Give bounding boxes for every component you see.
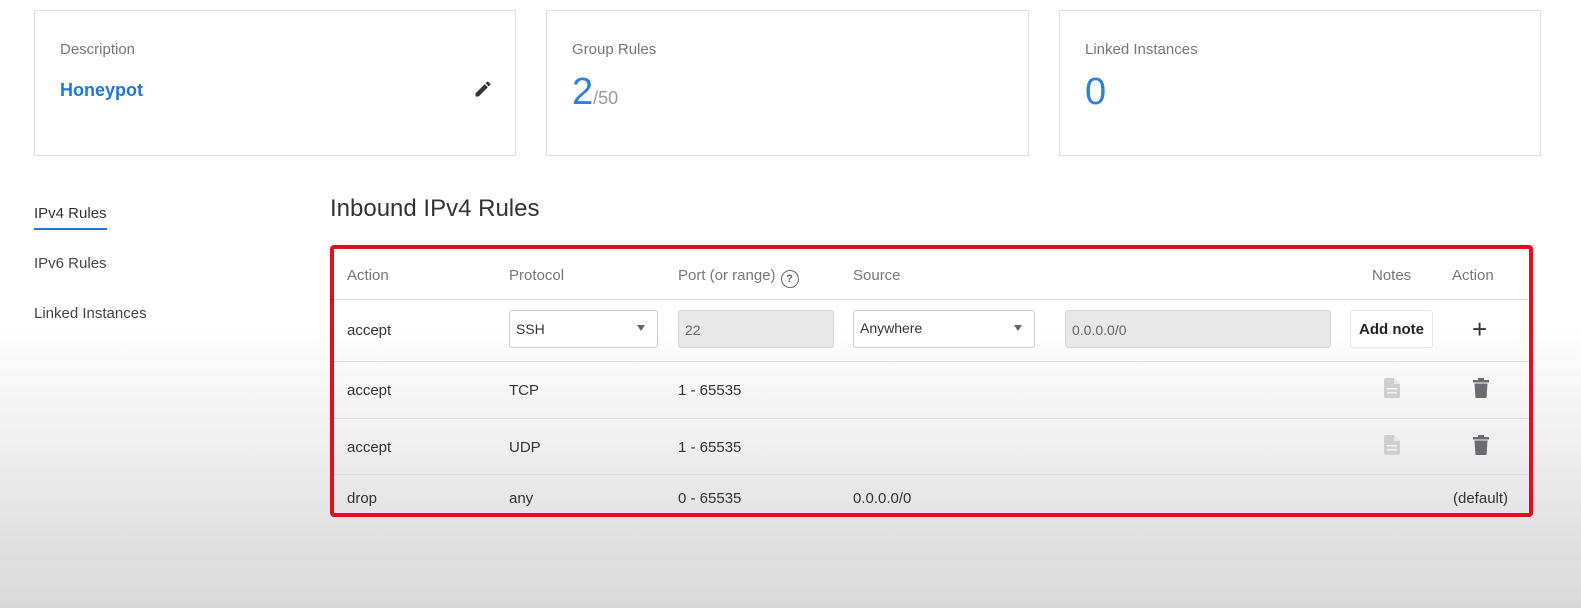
section-title: Inbound IPv4 Rules [330,195,540,222]
header-action-2: Action [1452,267,1494,284]
linked-instances-card: Linked Instances 0 [1059,10,1541,156]
header-notes: Notes [1372,267,1412,284]
table-row: accept TCP 1 - 65535 [334,362,1529,419]
note-icon[interactable] [1384,435,1400,455]
header-source: Source [853,267,901,284]
group-rules-label: Group Rules [572,41,657,58]
new-rule-row: accept SSH 22 Anywhere 0.0.0.0/0 Add not… [334,300,1529,362]
source-cidr-field[interactable]: 0.0.0.0/0 [1065,310,1331,348]
row-protocol: UDP [509,439,541,456]
row-source: 0.0.0.0/0 [853,490,912,507]
description-card: Description Honeypot [34,10,516,156]
dropdown-arrow-icon [1014,325,1022,331]
row-protocol: any [509,490,534,507]
dropdown-arrow-icon [637,325,645,331]
row-action: accept [347,439,392,456]
row-action: drop [347,490,378,507]
header-protocol: Protocol [509,267,565,284]
protocol-select[interactable]: SSH [509,310,658,348]
header-port-label: Port (or range) [678,267,776,284]
trash-icon[interactable] [1473,378,1489,398]
table-row: accept UDP 1 - 65535 [334,419,1529,475]
row-port: 0 - 65535 [678,490,742,507]
sidenav-item-linked-instances[interactable]: Linked Instances [34,305,147,322]
source-selected-value: Anywhere [860,320,923,336]
sidenav-item-ipv4-rules[interactable]: IPv4 Rules [34,205,107,230]
pencil-icon[interactable] [473,79,493,99]
description-value[interactable]: Honeypot [60,80,143,101]
group-rules-limit: /50 [593,88,619,108]
note-icon[interactable] [1384,378,1400,398]
new-rule-action: accept [347,322,392,339]
plus-icon[interactable]: + [1472,316,1487,342]
table-row: drop any 0 - 65535 0.0.0.0/0 (default) [334,475,1529,513]
rules-table: Action Protocol Port (or range)? Source … [330,245,1533,517]
linked-instances-count: 0 [1085,71,1107,113]
description-label: Description [60,41,136,58]
help-icon[interactable]: ? [780,270,799,288]
table-header-row: Action Protocol Port (or range)? Source … [334,249,1529,300]
row-port: 1 - 65535 [678,439,742,456]
row-action: accept [347,382,392,399]
default-tag: (default) [1453,490,1509,507]
trash-icon[interactable] [1473,435,1489,455]
row-protocol: TCP [509,382,539,399]
protocol-selected-value: SSH [516,321,545,337]
sidenav-item-ipv6-rules[interactable]: IPv6 Rules [34,255,107,272]
linked-instances-label: Linked Instances [1085,41,1198,58]
header-action: Action [347,267,389,284]
group-rules-card: Group Rules 2/50 [546,10,1029,156]
add-note-button[interactable]: Add note [1350,310,1433,348]
group-rules-count: 2 [572,71,594,113]
port-field[interactable]: 22 [678,310,834,348]
source-select[interactable]: Anywhere [853,310,1035,348]
group-rules-count-display: 2/50 [572,73,618,111]
header-port: Port (or range)? [678,267,799,288]
row-port: 1 - 65535 [678,382,742,399]
